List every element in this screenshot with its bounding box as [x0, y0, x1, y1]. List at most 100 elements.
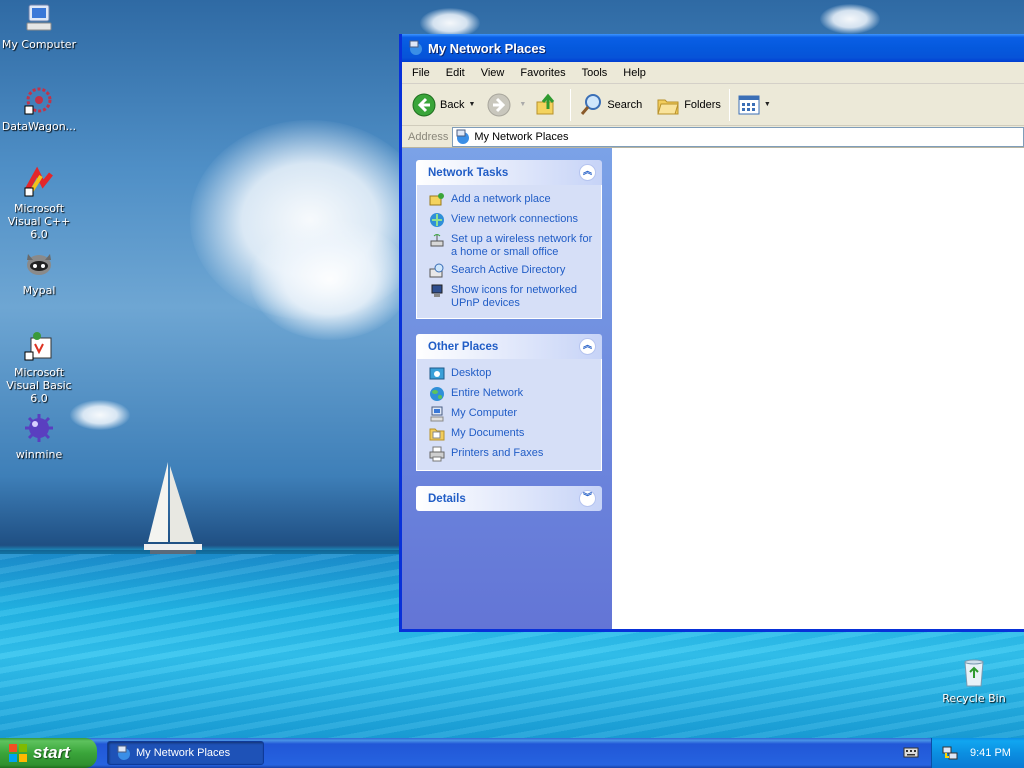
recycle-bin-icon: [964, 659, 984, 687]
other-places-panel: Other Places ︽ Desktop Entire Network My…: [416, 334, 602, 471]
address-input[interactable]: My Network Places: [452, 126, 1024, 147]
details-header[interactable]: Details ︾: [416, 486, 602, 511]
my-computer-icon: [430, 406, 444, 422]
expand-icon[interactable]: ︾: [579, 490, 596, 507]
desktop-icon-label: DataWagon...: [1, 120, 77, 133]
desktop-icon-label: Microsoft Visual Basic 6.0: [6, 366, 72, 405]
computer-icon: [26, 4, 52, 31]
menu-tools[interactable]: Tools: [574, 67, 616, 79]
taskbar-item-my-network-places[interactable]: My Network Places: [107, 741, 264, 765]
mypal-icon: [27, 254, 51, 275]
task-setup-wireless-network[interactable]: Set up a wireless network for a home or …: [429, 233, 593, 259]
network-status-icon[interactable]: [942, 745, 958, 761]
start-button[interactable]: start: [0, 738, 97, 768]
file-list-area[interactable]: [612, 148, 1024, 629]
toolbar: Back ▼ ▼ Search Folders ▼: [402, 84, 1024, 126]
panel-title: Details: [428, 492, 466, 505]
place-label: My Computer: [451, 407, 518, 419]
network-places-icon: [409, 40, 422, 55]
search-directory-icon: [429, 263, 444, 278]
clock: 9:41 PM: [970, 747, 1011, 759]
back-arrow-icon: [412, 93, 436, 116]
forward-dropdown-icon[interactable]: ▼: [519, 101, 526, 108]
place-my-computer[interactable]: My Computer: [429, 406, 593, 422]
window-content: Network Tasks ︽ Add a network place View…: [402, 148, 1024, 629]
task-view-network-connections[interactable]: View network connections: [429, 213, 593, 228]
menu-view[interactable]: View: [473, 67, 513, 79]
network-tasks-header[interactable]: Network Tasks ︽: [416, 160, 602, 185]
task-pane: Network Tasks ︽ Add a network place View…: [402, 148, 612, 629]
window-title: My Network Places: [428, 40, 546, 56]
place-label: My Documents: [451, 427, 525, 439]
upnp-devices-icon: [431, 284, 443, 297]
network-tasks-panel: Network Tasks ︽ Add a network place View…: [416, 160, 602, 319]
search-icon: [581, 93, 602, 115]
desktop-icon-label: My Computer: [1, 38, 77, 51]
task-label: Add a network place: [451, 193, 551, 205]
wireless-network-icon: [430, 234, 444, 247]
cloud: [250, 220, 410, 340]
desktop-icon-visual-cpp[interactable]: Microsoft Visual C++ 6.0: [0, 166, 79, 241]
desktop-icon-visual-basic[interactable]: Microsoft Visual Basic 6.0: [0, 330, 79, 405]
toolbar-separator: [570, 88, 572, 121]
system-tray: 9:41 PM: [931, 738, 1024, 768]
forward-arrow-icon: [487, 93, 511, 116]
title-bar[interactable]: My Network Places: [402, 34, 1024, 62]
views-dropdown-icon[interactable]: ▼: [764, 101, 771, 108]
menu-favorites[interactable]: Favorites: [512, 67, 573, 79]
desktop-icon: [429, 367, 445, 380]
collapse-icon[interactable]: ︽: [579, 164, 596, 181]
desktop-icon-my-computer[interactable]: My Computer: [0, 2, 79, 51]
task-search-active-directory[interactable]: Search Active Directory: [429, 263, 593, 279]
printer-icon: [429, 446, 445, 462]
my-documents-icon: [429, 428, 445, 441]
place-label: Entire Network: [451, 387, 524, 399]
desktop-icon-label: Mypal: [22, 284, 56, 297]
back-dropdown-icon[interactable]: ▼: [468, 101, 475, 108]
sailboat: [144, 462, 202, 554]
place-entire-network[interactable]: Entire Network: [429, 387, 593, 402]
menu-edit[interactable]: Edit: [438, 67, 473, 79]
taskbar-item-label: My Network Places: [136, 747, 231, 759]
folders-icon: [657, 99, 679, 114]
search-button[interactable]: Search: [575, 88, 646, 122]
task-show-upnp-devices[interactable]: Show icons for networked UPnP devices: [429, 284, 593, 310]
place-my-documents[interactable]: My Documents: [429, 427, 593, 442]
place-desktop[interactable]: Desktop: [429, 367, 593, 382]
views-button[interactable]: ▼: [734, 88, 775, 122]
other-places-header[interactable]: Other Places ︽: [416, 334, 602, 359]
menu-file[interactable]: File: [404, 67, 438, 79]
address-label: Address: [408, 130, 449, 143]
back-button[interactable]: Back ▼: [408, 88, 479, 122]
network-places-icon: [456, 129, 470, 144]
address-value: My Network Places: [474, 130, 569, 143]
keyboard-icon[interactable]: [903, 745, 919, 759]
windows-logo-icon: [9, 744, 27, 762]
desktop-icon-recycle-bin[interactable]: Recycle Bin: [934, 656, 1014, 705]
place-printers-and-faxes[interactable]: Printers and Faxes: [429, 446, 593, 462]
desktop-icon-winmine[interactable]: winmine: [0, 412, 79, 461]
task-add-network-place[interactable]: Add a network place: [429, 193, 593, 208]
task-label: Search Active Directory: [451, 264, 566, 276]
visual-cpp-icon: [24, 166, 53, 197]
search-label: Search: [607, 98, 643, 111]
recycle-bin-label: Recycle Bin: [942, 692, 1006, 705]
up-button[interactable]: [530, 88, 566, 122]
panel-title: Other Places: [428, 340, 499, 353]
explorer-window: My Network Places File Edit View Favorit…: [399, 34, 1024, 632]
taskbar: start My Network Places 9:41 PM: [0, 738, 1024, 768]
menu-help[interactable]: Help: [615, 67, 654, 79]
panel-body: Add a network place View network connect…: [416, 185, 602, 319]
collapse-icon[interactable]: ︽: [579, 338, 596, 355]
forward-button[interactable]: ▼: [483, 88, 530, 122]
folders-label: Folders: [684, 98, 721, 111]
datawagon-icon: [24, 87, 52, 115]
place-label: Printers and Faxes: [451, 447, 544, 459]
folders-button[interactable]: Folders: [652, 88, 725, 122]
entire-network-icon: [430, 387, 444, 401]
panel-body: Desktop Entire Network My Computer My Do…: [416, 359, 602, 471]
desktop-icon-datawagon[interactable]: DataWagon...: [0, 84, 79, 133]
desktop-icon-label: Microsoft Visual C++ 6.0: [7, 202, 71, 241]
desktop-icon-mypal[interactable]: Mypal: [0, 248, 79, 297]
menu-bar: File Edit View Favorites Tools Help: [402, 62, 1024, 84]
